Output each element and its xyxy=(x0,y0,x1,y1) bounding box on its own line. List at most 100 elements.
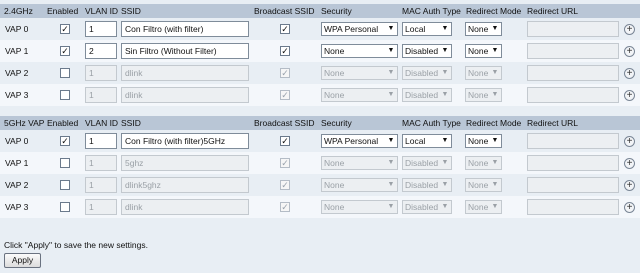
redirect-url-input xyxy=(527,65,619,81)
redirect-url-input xyxy=(527,21,619,37)
security-select: None ▼ xyxy=(321,200,398,214)
enabled-checkbox[interactable] xyxy=(60,158,70,168)
mac-auth-select[interactable]: Local ▼ xyxy=(402,22,452,36)
redirect-mode-select: None ▼ xyxy=(465,200,502,214)
apply-hint: Click "Apply" to save the new settings. xyxy=(4,240,148,250)
security-select-value: None xyxy=(324,90,345,100)
ssid-input[interactable]: Sin Filtro (Without Filter) xyxy=(121,43,249,59)
plus-circle-icon[interactable]: + xyxy=(624,158,635,169)
plus-circle-icon[interactable]: + xyxy=(624,24,635,35)
plus-circle-icon[interactable]: + xyxy=(624,46,635,57)
redirect-url-input xyxy=(527,43,619,59)
plus-circle-icon[interactable]: + xyxy=(624,90,635,101)
chevron-down-icon: ▼ xyxy=(491,203,499,210)
redirect-mode-select-value: None xyxy=(468,180,489,190)
plus-circle-icon[interactable]: + xyxy=(624,202,635,213)
mac-auth-select-value: Local xyxy=(405,24,426,34)
enabled-checkbox[interactable] xyxy=(60,90,70,100)
enabled-checkbox[interactable] xyxy=(60,202,70,212)
column-header: SSID xyxy=(121,118,141,128)
table-header: 2.4GHz Enabled VLAN ID SSID Broadcast SSID Se… xyxy=(0,4,640,18)
security-select[interactable]: None ▼ xyxy=(321,44,398,58)
security-select: None ▼ xyxy=(321,88,398,102)
chevron-down-icon: ▼ xyxy=(441,137,449,144)
vap-row: VAP 1 1 5ghz ✓ None ▼ Disabled ▼ None ▼ + xyxy=(0,152,640,174)
redirect-mode-select: None ▼ xyxy=(465,178,502,192)
vlan-id-input: 1 xyxy=(85,177,117,193)
column-header: Security xyxy=(321,118,352,128)
plus-circle-icon[interactable]: + xyxy=(624,180,635,191)
mac-auth-select-value: Local xyxy=(405,136,426,146)
redirect-mode-select-value: None xyxy=(468,90,489,100)
enabled-checkbox[interactable]: ✓ xyxy=(60,24,70,34)
chevron-down-icon: ▼ xyxy=(387,47,395,54)
vap-label: VAP 0 xyxy=(5,136,29,146)
mac-auth-select[interactable]: Local ▼ xyxy=(402,134,452,148)
column-header: VLAN ID xyxy=(85,6,119,16)
redirect-mode-select-value: None xyxy=(468,68,489,78)
broadcast-ssid-checkbox: ✓ xyxy=(280,90,290,100)
chevron-down-icon: ▼ xyxy=(491,159,499,166)
column-header: SSID xyxy=(121,6,141,16)
chevron-down-icon: ▼ xyxy=(491,69,499,76)
security-select: None ▼ xyxy=(321,156,398,170)
chevron-down-icon: ▼ xyxy=(387,91,395,98)
broadcast-ssid-checkbox[interactable]: ✓ xyxy=(280,46,290,56)
vlan-id-input[interactable]: 1 xyxy=(85,133,117,149)
mac-auth-select-value: Disabled xyxy=(405,68,439,78)
redirect-url-input xyxy=(527,155,619,171)
security-select-value: None xyxy=(324,202,345,212)
apply-button[interactable]: Apply xyxy=(4,253,41,268)
column-header: 5GHz VAP xyxy=(4,118,45,128)
column-header: Broadcast SSID xyxy=(254,6,315,16)
redirect-url-input xyxy=(527,133,619,149)
mac-auth-select-value: Disabled xyxy=(405,180,439,190)
redirect-mode-select[interactable]: None ▼ xyxy=(465,22,502,36)
ssid-input[interactable]: Con Filtro (with filter)5GHz xyxy=(121,133,249,149)
column-header: Redirect URL xyxy=(527,118,579,128)
plus-circle-icon[interactable]: + xyxy=(624,68,635,79)
broadcast-ssid-checkbox: ✓ xyxy=(280,180,290,190)
enabled-checkbox[interactable] xyxy=(60,68,70,78)
redirect-mode-select[interactable]: None ▼ xyxy=(465,134,502,148)
mac-auth-select-value: Disabled xyxy=(405,46,439,56)
vlan-id-input[interactable]: 1 xyxy=(85,21,117,37)
enabled-checkbox[interactable]: ✓ xyxy=(60,46,70,56)
chevron-down-icon: ▼ xyxy=(387,69,395,76)
vlan-id-input[interactable]: 2 xyxy=(85,43,117,59)
chevron-down-icon: ▼ xyxy=(387,203,395,210)
redirect-mode-select-value: None xyxy=(468,24,489,34)
vap-row: VAP 3 1 dlink ✓ None ▼ Disabled ▼ None ▼ + xyxy=(0,84,640,106)
chevron-down-icon: ▼ xyxy=(387,159,395,166)
broadcast-ssid-checkbox[interactable]: ✓ xyxy=(280,24,290,34)
broadcast-ssid-checkbox[interactable]: ✓ xyxy=(280,136,290,146)
mac-auth-select[interactable]: Disabled ▼ xyxy=(402,44,452,58)
security-select: None ▼ xyxy=(321,178,398,192)
redirect-mode-select-value: None xyxy=(468,46,489,56)
security-select-value: None xyxy=(324,180,345,190)
mac-auth-select-value: Disabled xyxy=(405,158,439,168)
plus-circle-icon[interactable]: + xyxy=(624,136,635,147)
vap-label: VAP 0 xyxy=(5,24,29,34)
vlan-id-input: 1 xyxy=(85,155,117,171)
security-select[interactable]: WPA Personal ▼ xyxy=(321,134,398,148)
vap-label: VAP 3 xyxy=(5,90,29,100)
security-select-value: None xyxy=(324,158,345,168)
column-header: Redirect Mode xyxy=(466,6,522,16)
vap-label: VAP 2 xyxy=(5,68,29,78)
redirect-mode-select-value: None xyxy=(468,202,489,212)
vap-row: VAP 0 ✓ 1 Con Filtro (with filter) ✓ WPA Pers… xyxy=(0,18,640,40)
chevron-down-icon: ▼ xyxy=(441,47,449,54)
redirect-url-input xyxy=(527,199,619,215)
ssid-input: dlink xyxy=(121,65,249,81)
redirect-mode-select[interactable]: None ▼ xyxy=(465,44,502,58)
column-header: Redirect URL xyxy=(527,6,579,16)
enabled-checkbox[interactable] xyxy=(60,180,70,190)
ssid-input[interactable]: Con Filtro (with filter) xyxy=(121,21,249,37)
redirect-mode-select: None ▼ xyxy=(465,88,502,102)
security-select[interactable]: WPA Personal ▼ xyxy=(321,22,398,36)
vap-row: VAP 0 ✓ 1 Con Filtro (with filter)5GHz ✓ WPA … xyxy=(0,130,640,152)
enabled-checkbox[interactable]: ✓ xyxy=(60,136,70,146)
mac-auth-select-value: Disabled xyxy=(405,202,439,212)
chevron-down-icon: ▼ xyxy=(491,137,499,144)
